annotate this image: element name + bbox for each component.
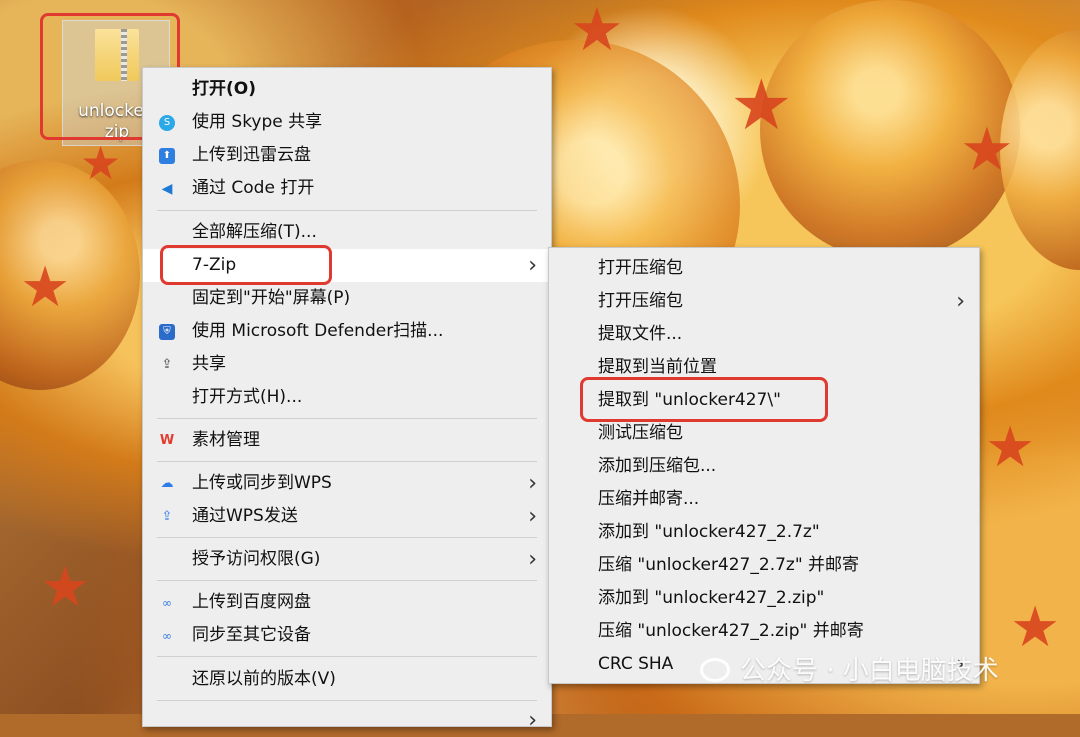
menu-item-wps-send[interactable]: ⇪ 通过WPS发送 › — [143, 500, 551, 533]
submenu-7zip: 打开压缩包 打开压缩包 › 提取文件... 提取到当前位置 提取到 "unlock… — [548, 247, 980, 684]
submenu-item-extract-files[interactable]: 提取文件... — [549, 318, 979, 351]
submenu-item-add-7z[interactable]: 添加到 "unlocker427_2.7z" — [549, 516, 979, 549]
share-icon: ⇪ — [161, 357, 173, 372]
chevron-right-icon: › — [528, 253, 537, 278]
submenu-item-open-archive[interactable]: 打开压缩包 — [549, 252, 979, 285]
annotation-highlight-extract — [580, 377, 828, 422]
wps-cloud-icon: ☁ — [160, 476, 174, 491]
vscode-icon: ◀ — [161, 181, 173, 197]
defender-icon: ⛨ — [159, 324, 175, 340]
submenu-item-add-to-archive[interactable]: 添加到压缩包... — [549, 450, 979, 483]
context-menu: 打开(O) S 使用 Skype 共享 ⬆ 上传到迅雷云盘 ◀ 通过 Code … — [142, 67, 552, 733]
chevron-right-icon: › — [528, 547, 537, 572]
menu-item-open[interactable]: 打开(O) — [143, 73, 551, 106]
menu-item-defender-scan[interactable]: ⛨ 使用 Microsoft Defender扫描... — [143, 315, 551, 348]
wallpaper-star: ★ — [40, 555, 91, 620]
chevron-right-icon: › — [528, 471, 537, 496]
submenu-item-compress-email[interactable]: 压缩并邮寄... — [549, 483, 979, 516]
xunlei-icon: ⬆ — [159, 148, 175, 164]
menu-item-baidu-upload[interactable]: ∞ 上传到百度网盘 — [143, 586, 551, 619]
menu-item-wps-sync[interactable]: ☁ 上传或同步到WPS › — [143, 467, 551, 500]
baidu-icon: ∞ — [162, 596, 172, 610]
menu-item-xunlei-upload[interactable]: ⬆ 上传到迅雷云盘 — [143, 139, 551, 172]
wallpaper-star: ★ — [20, 255, 71, 320]
menu-item-material-manage[interactable]: W 素材管理 — [143, 424, 551, 457]
wallpaper-star: ★ — [960, 115, 1014, 185]
wps-send-icon: ⇪ — [161, 509, 173, 524]
submenu-item-compress-7z-email[interactable]: 压缩 "unlocker427_2.7z" 并邮寄 — [549, 549, 979, 582]
chevron-right-icon: › — [528, 708, 537, 733]
menu-item-sync-devices[interactable]: ∞ 同步至其它设备 — [143, 619, 551, 652]
wallpaper-star: ★ — [570, 0, 624, 65]
submenu-item-add-zip[interactable]: 添加到 "unlocker427_2.zip" — [549, 582, 979, 615]
wallpaper-star: ★ — [985, 415, 1036, 480]
wallpaper-star: ★ — [730, 64, 793, 146]
annotation-highlight-7zip — [160, 245, 332, 285]
submenu-item-compress-zip-email[interactable]: 压缩 "unlocker427_2.zip" 并邮寄 — [549, 615, 979, 648]
skype-icon: S — [159, 115, 175, 131]
wallpaper-star: ★ — [80, 136, 122, 190]
menu-item-restore-versions[interactable]: 还原以前的版本(V) — [143, 663, 551, 696]
chevron-right-icon: › — [956, 289, 965, 314]
menu-item-pin-start[interactable]: 固定到"开始"屏幕(P) — [143, 282, 551, 315]
menu-item-skype-share[interactable]: S 使用 Skype 共享 — [143, 106, 551, 139]
wallpaper-star: ★ — [1010, 595, 1061, 660]
menu-item-more[interactable]: › — [143, 704, 551, 737]
menu-item-grant-access[interactable]: 授予访问权限(G) › — [143, 543, 551, 576]
wechat-icon — [700, 658, 730, 682]
chevron-right-icon: › — [528, 504, 537, 529]
baidu-sync-icon: ∞ — [162, 629, 172, 643]
watermark: 公众号 · 小白电脑技术 — [700, 650, 999, 687]
menu-item-open-with[interactable]: 打开方式(H)... — [143, 381, 551, 414]
menu-item-open-with-code[interactable]: ◀ 通过 Code 打开 — [143, 172, 551, 205]
submenu-item-open-archive-more[interactable]: 打开压缩包 › — [549, 285, 979, 318]
wps-icon: W — [159, 433, 175, 448]
menu-item-share[interactable]: ⇪ 共享 — [143, 348, 551, 381]
